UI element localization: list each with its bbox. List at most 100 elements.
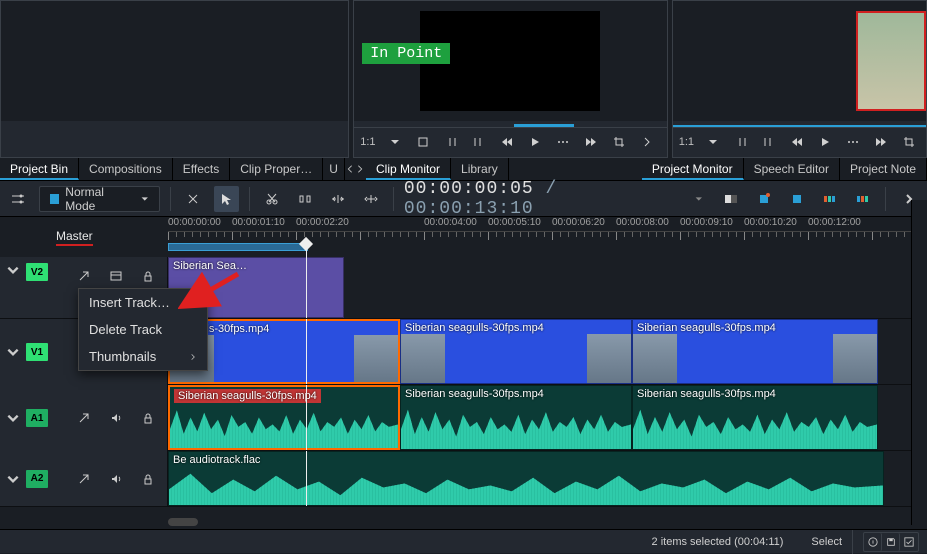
timeline-clip[interactable]: Siberian seagulls-30fps.mp4 xyxy=(168,385,400,450)
playhead-line xyxy=(306,257,307,318)
tab-project-monitor[interactable]: Project Monitor xyxy=(642,158,744,180)
more-icon[interactable] xyxy=(842,131,864,153)
timeline-clip[interactable]: Siberian seagulls-30fps.mp4 xyxy=(632,319,878,384)
crop-icon[interactable] xyxy=(608,131,630,153)
lock-icon[interactable] xyxy=(135,405,161,431)
ruler-label: 00:00:00:00 xyxy=(168,217,221,228)
project-monitor-ruler[interactable] xyxy=(673,121,926,127)
chevron-down-icon xyxy=(140,194,149,204)
ruler-label: 00:00:05:10 xyxy=(488,217,541,228)
ruler-label: 00:00:09:10 xyxy=(680,217,733,228)
crop-icon[interactable] xyxy=(898,131,920,153)
favorite2-icon[interactable] xyxy=(785,186,810,212)
collapse-icon[interactable] xyxy=(6,345,20,359)
ctx-insert-track[interactable]: Insert Track… xyxy=(79,289,207,316)
edit-mode-select[interactable]: Normal Mode xyxy=(39,186,160,212)
spacer-icon[interactable] xyxy=(292,186,317,212)
timeline-clip[interactable]: Siberian seagulls-30fps.mp4 xyxy=(400,385,632,450)
status-tool-group xyxy=(863,532,919,552)
checkbox-icon[interactable] xyxy=(900,533,918,551)
track-lane-v2[interactable]: Siberian Sea… xyxy=(168,257,927,318)
play-icon[interactable] xyxy=(524,131,546,153)
forward-icon[interactable] xyxy=(870,131,892,153)
effects-icon[interactable] xyxy=(71,466,97,492)
track-header-a2[interactable]: A2 xyxy=(0,451,168,506)
insert-icon[interactable] xyxy=(325,186,350,212)
set-in-icon[interactable] xyxy=(412,131,434,153)
master-label[interactable]: Master xyxy=(56,229,93,246)
project-monitor-panel: 1:1 xyxy=(672,0,927,158)
collapse-icon[interactable] xyxy=(6,263,20,277)
collapse-icon[interactable] xyxy=(6,472,20,486)
lock-icon[interactable] xyxy=(135,466,161,492)
timeline-clip[interactable]: Siberian seagulls-30fps.mp4 xyxy=(632,385,878,450)
collapse-icon[interactable] xyxy=(6,411,20,425)
tab-library[interactable]: Library xyxy=(451,158,509,180)
clip-title: Siberian Sea… xyxy=(173,260,247,272)
marker-back-icon[interactable] xyxy=(730,131,752,153)
timeline-ruler[interactable]: 00:00:00:0000:00:01:1000:00:02:2000:00:0… xyxy=(168,217,927,257)
marker-back-icon[interactable] xyxy=(440,131,462,153)
tab-compositions[interactable]: Compositions xyxy=(79,158,173,180)
effects-icon[interactable] xyxy=(71,405,97,431)
tab-project-notes[interactable]: Project Note xyxy=(840,158,927,180)
effects-icon[interactable] xyxy=(71,263,97,289)
marker-fwd-icon[interactable] xyxy=(758,131,780,153)
timeline-clip[interactable]: Siberian seagulls-30fps.mp4 xyxy=(400,319,632,384)
zoom-dropdown-icon[interactable] xyxy=(384,131,406,153)
tab-clip-monitor[interactable]: Clip Monitor xyxy=(366,158,451,180)
lock-icon[interactable] xyxy=(135,263,161,289)
track-header-a1[interactable]: A1 xyxy=(0,385,168,451)
tab-speech-editor[interactable]: Speech Editor xyxy=(744,158,840,180)
tabs-prev-icon[interactable] xyxy=(345,158,355,180)
tab-undo[interactable]: U xyxy=(323,158,345,180)
timeline-clip[interactable]: Be audiotrack.flac xyxy=(168,451,884,506)
marker-fwd-icon[interactable] xyxy=(468,131,490,153)
ctx-delete-track[interactable]: Delete Track xyxy=(79,316,207,343)
ctx-thumbnails[interactable]: Thumbnails xyxy=(79,343,207,370)
settings-icon[interactable] xyxy=(6,186,31,212)
zone-selection[interactable] xyxy=(168,243,308,251)
overwrite-icon[interactable] xyxy=(358,186,383,212)
ruler-label: 00:00:08:00 xyxy=(616,217,669,228)
zone-tool-icon[interactable] xyxy=(719,186,744,212)
waveform xyxy=(170,401,398,448)
tabs-next-icon[interactable] xyxy=(355,158,365,180)
chevron-right-icon xyxy=(189,353,197,361)
chevron-down-icon[interactable] xyxy=(694,194,704,204)
clip-thumbnail xyxy=(633,334,677,383)
timeline-vertical-scrollbar[interactable] xyxy=(911,200,927,525)
save-icon[interactable] xyxy=(882,533,900,551)
mute-icon[interactable] xyxy=(103,466,129,492)
zoom-dropdown-icon[interactable] xyxy=(702,131,724,153)
tab-project-bin[interactable]: Project Bin xyxy=(0,158,79,180)
track-lane-v1[interactable]: seagulls-30fps.mp4Siberian seagulls-30fp… xyxy=(168,319,927,384)
tab-effects[interactable]: Effects xyxy=(173,158,230,180)
select-tool-icon[interactable] xyxy=(214,186,239,212)
clip-thumbnail xyxy=(587,334,631,383)
track-context-menu: Insert Track… Delete Track Thumbnails xyxy=(78,288,208,371)
play-icon[interactable] xyxy=(814,131,836,153)
forward-icon[interactable] xyxy=(580,131,602,153)
favorite1-icon[interactable] xyxy=(752,186,777,212)
ctx-label: Thumbnails xyxy=(89,349,156,364)
track-lane-a2[interactable]: Be audiotrack.flac xyxy=(168,451,927,506)
info-icon[interactable] xyxy=(864,533,882,551)
clip-monitor-ruler[interactable] xyxy=(354,121,666,127)
panel-next-icon[interactable] xyxy=(636,131,658,153)
in-point-badge: In Point xyxy=(362,43,450,64)
palette2-icon[interactable] xyxy=(850,186,875,212)
rewind-icon[interactable] xyxy=(496,131,518,153)
tab-clip-properties[interactable]: Clip Proper… xyxy=(230,158,323,180)
cut-icon[interactable] xyxy=(260,186,285,212)
razor-icon[interactable] xyxy=(181,186,206,212)
timecode-display[interactable]: 00:00:00:05 / 00:00:13:10 xyxy=(404,179,686,219)
timeline-horizontal-scrollbar[interactable] xyxy=(168,517,901,527)
zoom-label: 1:1 xyxy=(679,136,694,148)
rewind-icon[interactable] xyxy=(786,131,808,153)
mute-icon[interactable] xyxy=(103,405,129,431)
more-icon[interactable] xyxy=(552,131,574,153)
visibility-icon[interactable] xyxy=(103,263,129,289)
palette-icon[interactable] xyxy=(818,186,843,212)
track-lane-a1[interactable]: Siberian seagulls-30fps.mp4Siberian seag… xyxy=(168,385,927,450)
